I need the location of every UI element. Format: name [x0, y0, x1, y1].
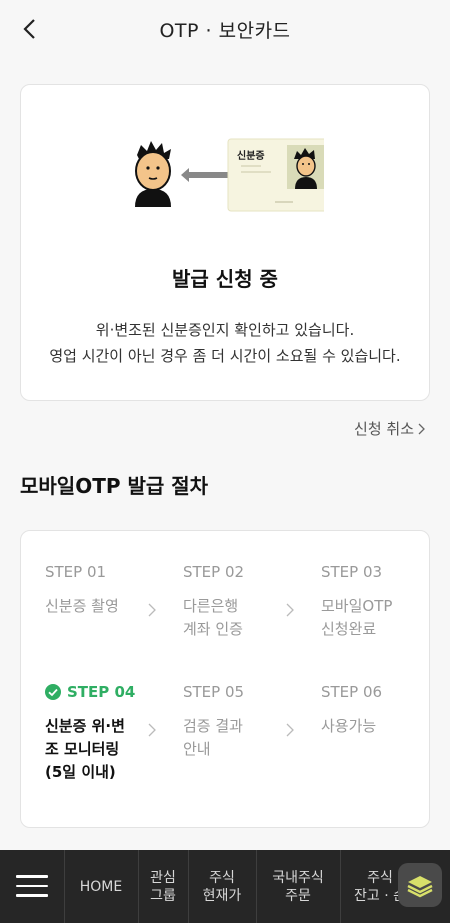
status-description: 위·변조된 신분증인지 확인하고 있습니다. 영업 시간이 아닌 경우 좀 더 … [21, 317, 429, 369]
nav-item-stock-price[interactable]: 주식 현재가 [190, 850, 254, 923]
step-label-text: STEP 04 [67, 683, 136, 701]
step-text: 모바일OTP 신청완료 [321, 597, 393, 638]
nav-divider [256, 850, 257, 923]
step-label: STEP 04 [45, 683, 165, 701]
step-06: STEP 06 사용가능 [321, 683, 441, 738]
nav-divider [138, 850, 139, 923]
bottom-nav: HOME 관심 그룹 주식 현재가 국내주식 주문 주식 잔고 · 손 [0, 850, 450, 923]
nav-divider [188, 850, 189, 923]
step-05: STEP 05 검증 결과 안내 [183, 683, 303, 761]
chevron-right-icon [148, 603, 156, 617]
step-text: 사용가능 [321, 717, 377, 735]
status-title: 발급 신청 중 [172, 267, 278, 291]
chevron-right-icon [286, 603, 294, 617]
nav-divider [340, 850, 341, 923]
cancel-label: 신청 취소 [354, 420, 414, 438]
step-label: STEP 01 [45, 563, 107, 581]
chevron-right-icon [148, 723, 156, 737]
id-verification-illustration: 신분증 [129, 137, 339, 217]
step-03: STEP 03 모바일OTP 신청완료 [321, 563, 441, 641]
status-card: 신분증 발급 신청 중 위·변조된 신분증인지 확인하고 있습니다. 영업 시간… [20, 84, 430, 401]
step-label: STEP 02 [183, 563, 245, 581]
step-label: STEP 06 [321, 683, 383, 701]
step-label: STEP 03 [321, 563, 383, 581]
header: OTP · 보안카드 [0, 0, 450, 58]
nav-item-watchlist[interactable]: 관심 그룹 [140, 850, 186, 923]
person-icon [135, 141, 171, 207]
id-card-label: 신분증 [237, 151, 265, 162]
chevron-right-icon [418, 423, 425, 434]
layers-icon [407, 876, 433, 898]
step-text: 다른은행 계좌 인증 [183, 597, 243, 638]
step-label: STEP 05 [183, 683, 245, 701]
step-text: 검증 결과 안내 [183, 717, 243, 758]
hamburger-menu-icon[interactable] [16, 875, 48, 899]
check-circle-icon [45, 684, 61, 700]
chevron-right-icon [286, 723, 294, 737]
layers-button[interactable] [398, 863, 442, 907]
page-title: OTP · 보안카드 [159, 19, 291, 42]
step-02: STEP 02 다른은행 계좌 인증 [183, 563, 303, 641]
nav-item-domestic-order[interactable]: 국내주식 주문 [258, 850, 338, 923]
nav-item-home[interactable]: HOME [66, 850, 136, 923]
back-arrow-icon [23, 19, 35, 39]
status-desc-line2: 영업 시간이 아닌 경우 좀 더 시간이 소요될 수 있습니다. [49, 347, 401, 365]
status-desc-line1: 위·변조된 신분증인지 확인하고 있습니다. [95, 321, 355, 339]
nav-divider [64, 850, 65, 923]
procedure-title: 모바일OTP 발급 절차 [20, 474, 209, 498]
steps-card: STEP 01 신분증 촬영 STEP 02 다른은행 계좌 인증 STEP 0… [20, 530, 430, 828]
back-button[interactable] [14, 14, 44, 44]
cancel-application-link[interactable]: 신청 취소 [354, 418, 426, 439]
